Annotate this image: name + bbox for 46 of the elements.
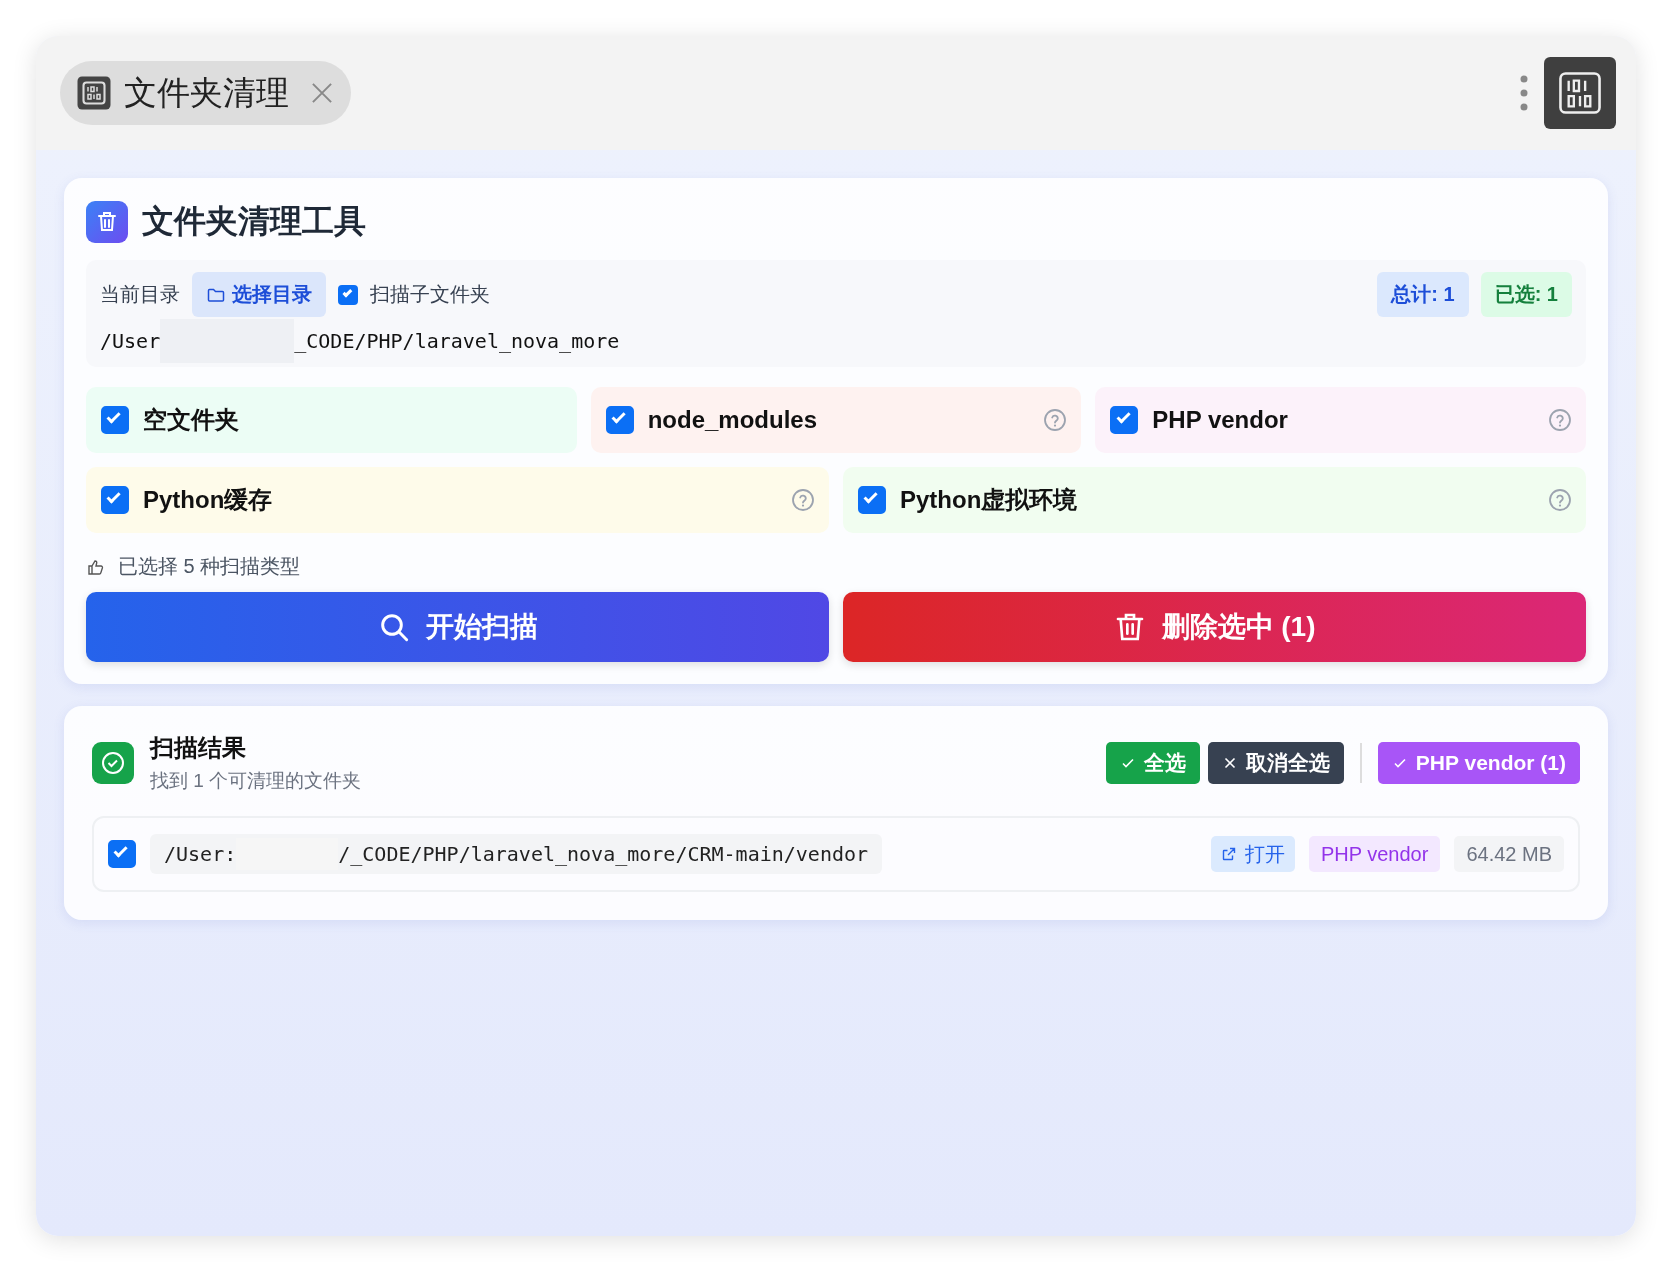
deselect-all-button[interactable]: 取消全选: [1207, 742, 1344, 784]
filter-button[interactable]: PHP vendor (1): [1377, 742, 1580, 784]
help-icon[interactable]: [1548, 488, 1572, 512]
selected-count: 已选: 1: [1480, 272, 1572, 317]
choose-directory-button[interactable]: 选择目录: [192, 272, 326, 317]
path-text: /User: [100, 329, 161, 353]
scan-type-option[interactable]: PHP vendor: [1095, 387, 1586, 453]
checkbox[interactable]: [338, 284, 358, 305]
binary-icon: [76, 75, 112, 111]
scan-type-option[interactable]: Python虚拟环境: [843, 467, 1586, 533]
scan-type-option[interactable]: node_modules: [590, 387, 1082, 453]
help-icon[interactable]: [1043, 408, 1068, 432]
open-button[interactable]: 打开: [1210, 836, 1295, 872]
checkbox[interactable]: [108, 840, 136, 868]
scan-type-option[interactable]: 空文件夹: [86, 387, 577, 453]
option-label: 空文件夹: [143, 405, 240, 435]
help-icon[interactable]: [1548, 408, 1572, 432]
checkbox[interactable]: [605, 406, 634, 434]
option-label: Python虚拟环境: [900, 485, 1079, 515]
directory-label: 当前目录: [100, 282, 180, 307]
help-icon[interactable]: [791, 488, 815, 512]
scan-type-option[interactable]: Python缓存: [86, 467, 829, 533]
trash-icon: [86, 201, 128, 243]
delete-selected-button[interactable]: 删除选中 (1): [843, 592, 1586, 662]
checkbox[interactable]: [101, 486, 129, 514]
option-label: node_modules: [647, 406, 818, 434]
external-link-icon: [1220, 846, 1237, 862]
close-icon[interactable]: [309, 80, 335, 106]
scan-subfolders-label: 扫描子文件夹: [370, 282, 490, 307]
start-scan-button[interactable]: 开始扫描: [86, 592, 829, 662]
binary-icon[interactable]: [1544, 57, 1616, 129]
selection-summary: 已选择 5 种扫描类型: [118, 554, 301, 579]
checkbox[interactable]: [858, 486, 886, 514]
total-count: 总计: 1: [1377, 272, 1469, 317]
checkbox[interactable]: [101, 406, 129, 434]
tool-title: 文件夹清理工具: [142, 202, 366, 241]
option-label: PHP vendor: [1152, 406, 1289, 434]
folder-size: 64.42 MB: [1454, 836, 1564, 872]
path-field: /User: /_CODE/PHP/laravel_nova_more/CRM-main/vendor: [150, 834, 883, 874]
app-tab[interactable]: 文件夹清理: [60, 61, 351, 125]
option-label: Python缓存: [143, 485, 274, 515]
results-title: 扫描结果: [150, 733, 247, 763]
type-tag: PHP vendor: [1308, 836, 1441, 872]
checkbox[interactable]: [1110, 406, 1139, 434]
results-subtitle: 找到 1 个可清理的文件夹: [150, 769, 362, 793]
path-text: _CODE/PHP/laravel_nova_more: [294, 329, 620, 353]
